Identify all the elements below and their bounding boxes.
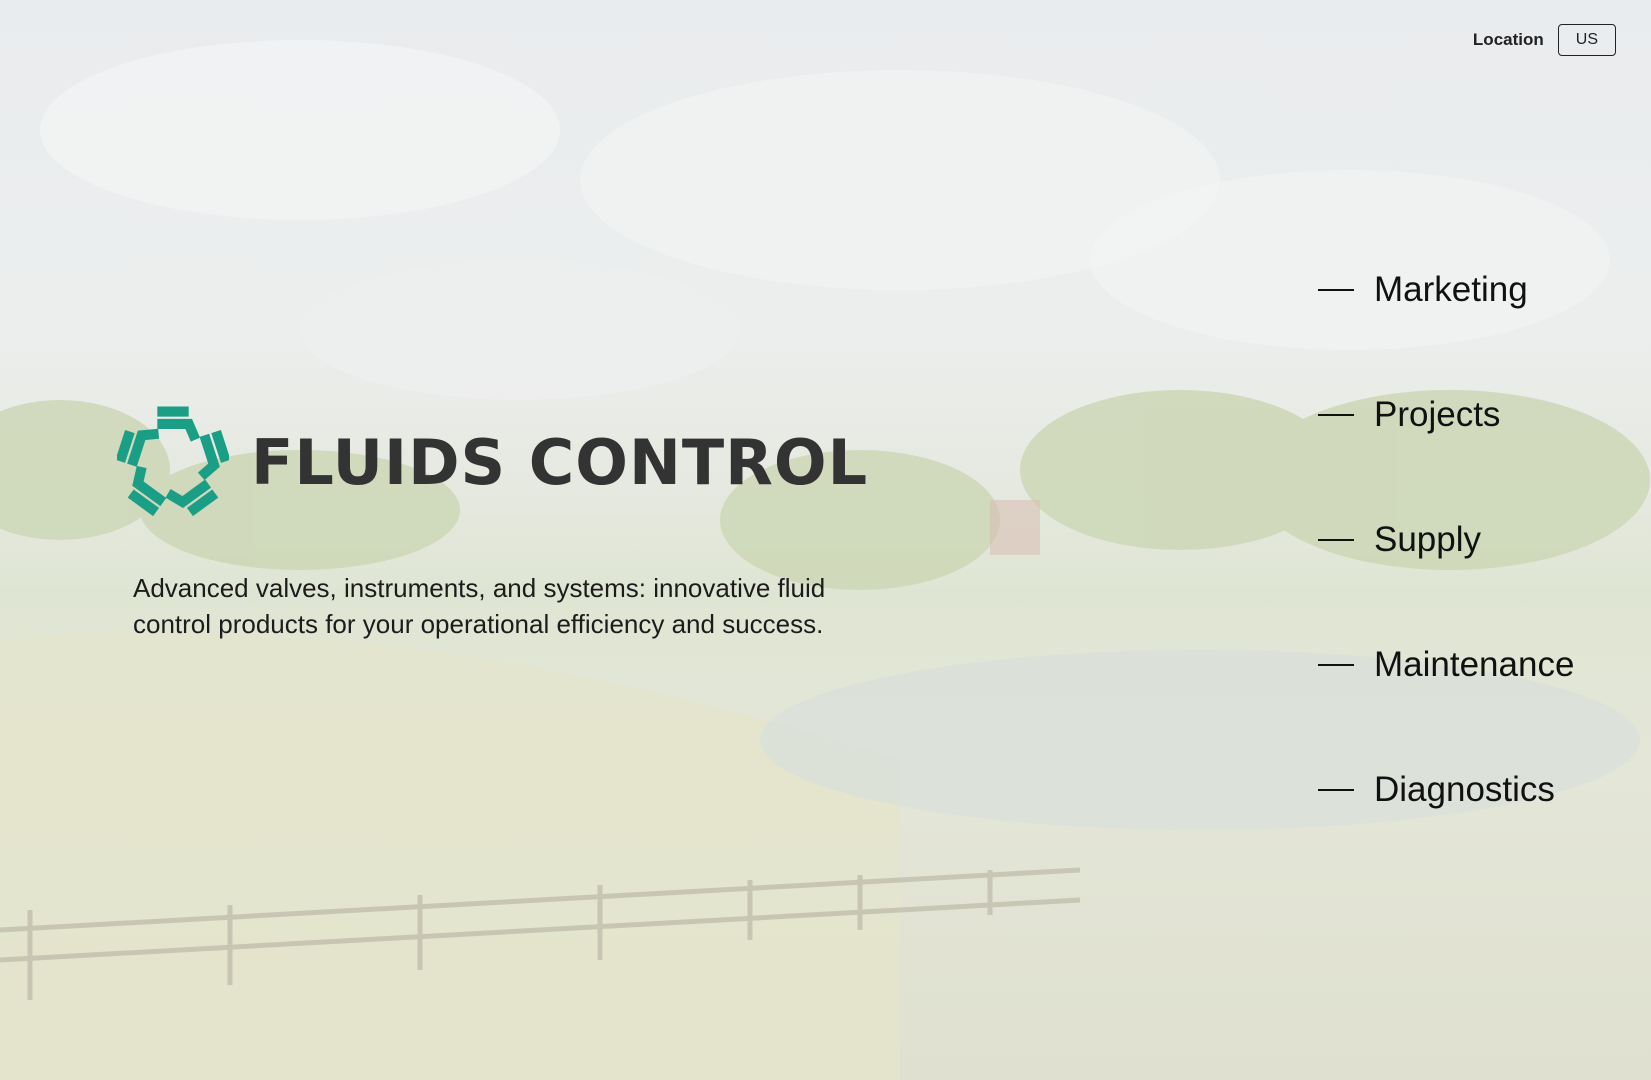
main-nav: Marketing Projects Supply Maintenance Di… [1318,260,1583,885]
location-button[interactable]: US [1557,24,1616,56]
pentagon-star-logo-icon [117,406,229,518]
dash-icon [1318,789,1354,791]
location-selector: Location US [1473,24,1616,56]
nav-item-supply[interactable]: Supply [1318,510,1583,570]
nav-item-label: Maintenance [1374,645,1575,684]
dash-icon [1318,539,1354,541]
nav-item-projects[interactable]: Projects [1318,385,1583,445]
brand-logo[interactable]: FLUIDS CONTROL [117,406,868,518]
nav-item-maintenance[interactable]: Maintenance [1318,635,1583,695]
hero-tagline: Advanced valves, instruments, and system… [133,573,826,639]
nav-item-label: Marketing [1374,270,1528,309]
dash-icon [1318,664,1354,666]
brand-name: FLUIDS CONTROL [251,425,869,499]
dash-icon [1318,289,1354,291]
nav-item-marketing[interactable]: Marketing [1318,260,1583,320]
location-label: Location [1472,30,1544,49]
nav-item-label: Supply [1374,520,1482,559]
nav-item-label: Projects [1374,395,1501,434]
nav-item-diagnostics[interactable]: Diagnostics [1318,760,1583,820]
dash-icon [1318,414,1354,416]
nav-item-label: Diagnostics [1374,770,1555,809]
